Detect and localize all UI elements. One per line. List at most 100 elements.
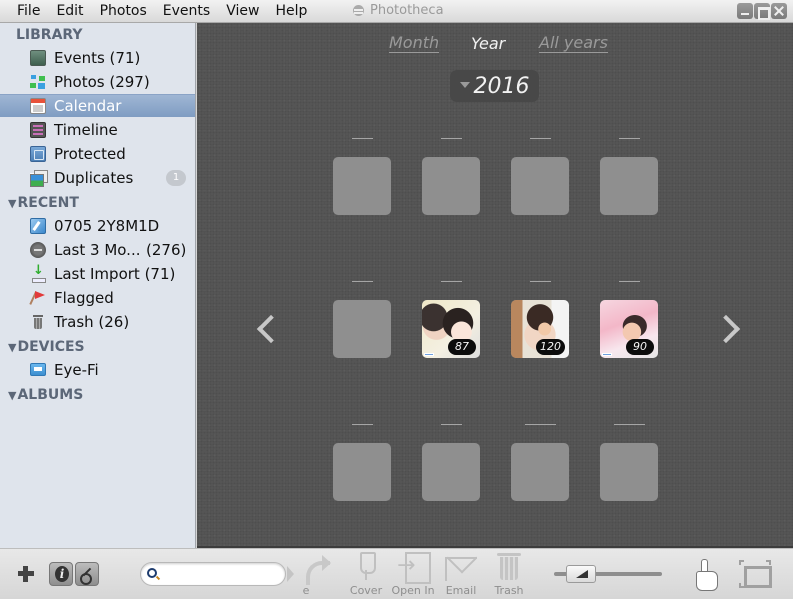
app-logo-icon <box>352 5 365 16</box>
title-bar: File Edit Photos Events View Help Photot… <box>0 0 793 23</box>
close-button[interactable] <box>771 3 787 19</box>
sidebar-item-label: Trash (26) <box>54 312 130 331</box>
envelope-icon <box>445 551 477 581</box>
section-recent[interactable]: ▼ RECENT <box>8 195 79 211</box>
year-selector[interactable]: 2016 <box>450 70 539 102</box>
flag-icon <box>30 290 46 306</box>
tab-all-years[interactable]: All years <box>539 34 608 53</box>
next-year-button[interactable] <box>714 308 742 348</box>
disclosure-triangle-icon[interactable]: ▼ <box>8 389 16 402</box>
sidebar-item-label: Protected <box>54 144 126 163</box>
zoom-slider-thumb[interactable] <box>566 565 596 583</box>
month-label-dash <box>524 424 556 425</box>
sidebar-item-protected[interactable]: Protected <box>0 142 195 165</box>
sidebar-item-duplicates[interactable]: Duplicates 1 <box>0 166 195 189</box>
menu-file[interactable]: File <box>9 3 48 20</box>
trash-button[interactable]: Trash <box>490 551 528 599</box>
photo-tag-icon <box>602 353 612 356</box>
sidebar-item-last-3-months[interactable]: Last 3 Mo... (276) <box>0 238 195 261</box>
section-library: LIBRARY <box>16 27 83 43</box>
share-icon <box>300 551 332 585</box>
previous-year-button[interactable] <box>252 308 280 348</box>
maximize-button[interactable] <box>754 3 770 20</box>
sidebar-item-trash[interactable]: Trash (26) <box>0 310 195 333</box>
sidebar-item-events[interactable]: Events (71) <box>0 46 195 69</box>
menu-events[interactable]: Events <box>155 3 218 20</box>
search-box <box>140 562 286 586</box>
cover-button[interactable]: Cover <box>347 551 385 599</box>
eyefi-icon <box>30 363 46 376</box>
sidebar-item-flagged[interactable]: Flagged <box>0 286 195 309</box>
zoom-slider[interactable] <box>554 565 662 583</box>
photos-icon <box>30 73 46 90</box>
section-albums[interactable]: ▼ ALBUMS <box>8 387 83 403</box>
month-cell[interactable]: 120 <box>511 300 569 358</box>
sidebar-item-calendar[interactable]: Calendar <box>0 94 195 117</box>
chevron-down-icon <box>459 82 470 88</box>
menu-help[interactable]: Help <box>267 3 315 20</box>
month-label-dash <box>529 281 551 282</box>
window-controls <box>736 3 787 20</box>
month-cell[interactable] <box>600 157 658 215</box>
menu-photos[interactable]: Photos <box>92 3 155 20</box>
photo-count-badge: 87 <box>448 339 476 355</box>
month-cell[interactable]: 90 <box>600 300 658 358</box>
hand-tool-icon[interactable] <box>694 559 720 591</box>
sidebar-item-timeline[interactable]: Timeline <box>0 118 195 141</box>
sidebar-item-eyefi[interactable]: Eye-Fi <box>0 358 195 381</box>
month-cell[interactable] <box>600 443 658 501</box>
month-label-dash <box>351 281 373 282</box>
month-label-dash <box>351 424 373 425</box>
menu-view[interactable]: View <box>218 3 267 20</box>
sidebar-item-label: Timeline <box>54 120 118 139</box>
sidebar-item-label: Last Import (71) <box>54 264 176 283</box>
month-cell[interactable] <box>333 157 391 215</box>
month-cell[interactable]: 87 <box>422 300 480 358</box>
year-label: 2016 <box>473 73 530 99</box>
cover-label: Cover <box>349 584 383 597</box>
search-icon <box>147 568 157 578</box>
info-button[interactable] <box>49 562 73 586</box>
minimize-button[interactable] <box>737 3 753 19</box>
disclosure-triangle-icon[interactable]: ▼ <box>8 341 16 354</box>
month-cell[interactable] <box>333 443 391 501</box>
share-label: e <box>302 584 310 597</box>
pushpin-icon <box>350 551 382 581</box>
trash-icon <box>30 314 46 330</box>
disclosure-triangle-icon[interactable]: ▼ <box>8 197 16 210</box>
protect-key-button[interactable] <box>75 562 99 586</box>
open-in-button[interactable]: Open In <box>389 551 437 599</box>
email-label: Email <box>445 584 477 597</box>
section-library-label: LIBRARY <box>16 27 83 43</box>
sidebar-item-recent-album[interactable]: 0705 2Y8M1D <box>0 214 195 237</box>
album-icon <box>30 217 46 234</box>
sidebar-item-label: 0705 2Y8M1D <box>54 216 160 235</box>
share-button[interactable]: e <box>296 551 336 599</box>
tab-month[interactable]: Month <box>389 34 440 53</box>
trash-label: Trash <box>494 584 524 597</box>
month-cell[interactable] <box>511 157 569 215</box>
calendar-icon <box>30 98 46 114</box>
month-label-dash <box>618 281 640 282</box>
open-in-icon <box>397 551 431 584</box>
sidebar-item-photos[interactable]: Photos (297) <box>0 70 195 93</box>
menu-edit[interactable]: Edit <box>48 3 91 20</box>
email-button[interactable]: Email <box>442 551 480 599</box>
month-cell[interactable] <box>422 443 480 501</box>
sidebar-item-label: Events (71) <box>54 48 141 67</box>
month-cell[interactable] <box>333 300 391 358</box>
search-input[interactable] <box>163 566 281 583</box>
search-arrow-icon <box>287 566 294 582</box>
fullscreen-icon[interactable] <box>739 560 772 588</box>
month-cell[interactable] <box>422 157 480 215</box>
photo-count-badge: 90 <box>626 339 654 355</box>
sidebar-item-last-import[interactable]: Last Import (71) <box>0 262 195 285</box>
sidebar-item-count: (276) <box>146 240 187 259</box>
tab-year[interactable]: Year <box>471 34 505 53</box>
section-devices[interactable]: ▼ DEVICES <box>8 339 85 355</box>
section-recent-label: RECENT <box>17 195 79 211</box>
month-label-dash <box>440 424 462 425</box>
month-cell[interactable] <box>511 443 569 501</box>
add-button[interactable] <box>18 566 34 582</box>
sidebar-item-label: Last 3 Mo... <box>54 240 141 259</box>
